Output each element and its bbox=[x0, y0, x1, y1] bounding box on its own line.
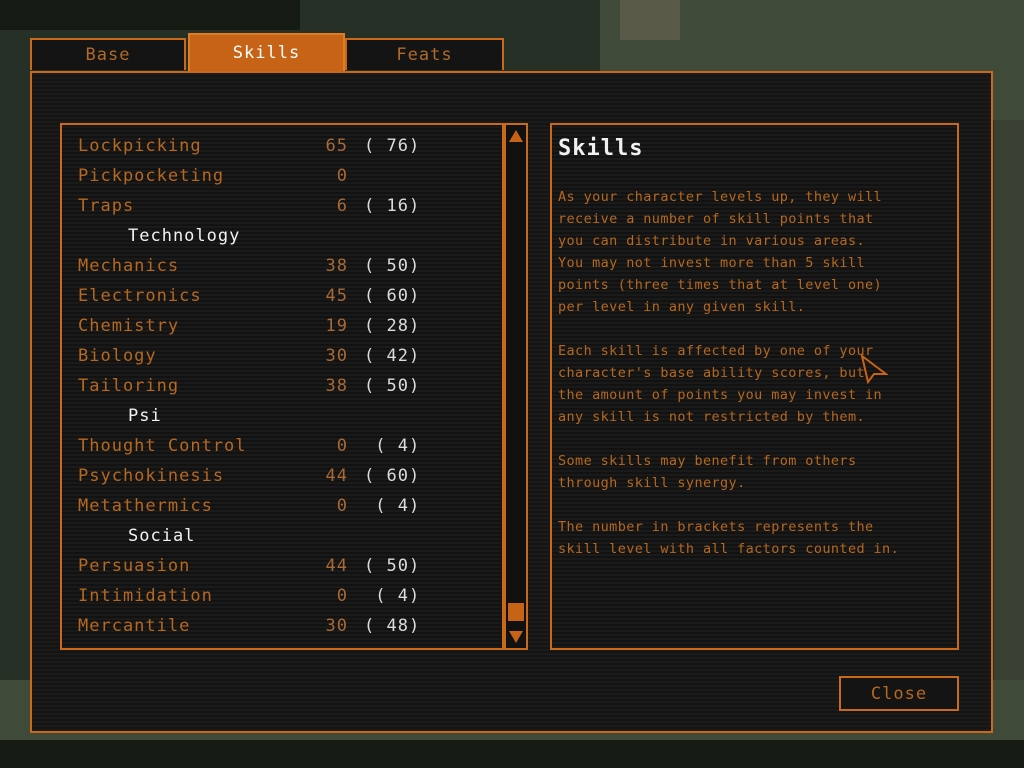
category-name: Social bbox=[128, 526, 196, 546]
scroll-up-button[interactable] bbox=[508, 127, 524, 145]
skill-row[interactable]: Mechanics 38 ( 50) bbox=[78, 251, 498, 281]
scroll-thumb[interactable] bbox=[508, 603, 524, 621]
mouse-cursor-icon bbox=[860, 354, 888, 384]
description-paragraph-3: Some skills may benefit from others thro… bbox=[558, 453, 857, 491]
skill-name: Intimidation bbox=[78, 586, 213, 606]
skill-name: Persuasion bbox=[78, 556, 191, 576]
category-name: Psi bbox=[128, 406, 162, 426]
skill-row[interactable]: Tailoring 38 ( 50) bbox=[78, 371, 498, 401]
skill-base-value: 65 bbox=[325, 136, 348, 156]
skill-base-value: 38 bbox=[325, 256, 348, 276]
skill-row[interactable]: Lockpicking 65 ( 76) bbox=[78, 131, 498, 161]
skill-total-value: ( 50) bbox=[364, 556, 421, 576]
arrow-up-icon bbox=[509, 130, 523, 142]
skill-row[interactable]: Chemistry 19 ( 28) bbox=[78, 311, 498, 341]
skill-name: Chemistry bbox=[78, 316, 180, 336]
tab-skills[interactable]: Skills bbox=[188, 33, 345, 71]
skill-total-value: ( 4) bbox=[364, 496, 421, 516]
skill-name: Thought Control bbox=[78, 436, 247, 456]
skill-base-value: 6 bbox=[336, 196, 348, 216]
skill-row[interactable]: Metathermics 0 ( 4) bbox=[78, 491, 498, 521]
skill-base-value: 30 bbox=[325, 616, 348, 636]
skill-name: Mercantile bbox=[78, 616, 191, 636]
skill-total-value: ( 28) bbox=[364, 316, 421, 336]
skill-base-value: 30 bbox=[325, 346, 348, 366]
skill-base-value: 44 bbox=[325, 466, 348, 486]
skill-total-value: ( 60) bbox=[364, 286, 421, 306]
skill-row[interactable]: Psychokinesis 44 ( 60) bbox=[78, 461, 498, 491]
skill-total-value: ( 42) bbox=[364, 346, 421, 366]
skill-row[interactable]: Traps 6 ( 16) bbox=[78, 191, 498, 221]
skill-row[interactable]: Persuasion 44 ( 50) bbox=[78, 551, 498, 581]
skill-total-value: ( 4) bbox=[364, 436, 421, 456]
skill-base-value: 19 bbox=[325, 316, 348, 336]
close-button[interactable]: Close bbox=[839, 676, 959, 711]
category-name: Technology bbox=[128, 226, 241, 246]
skill-name: Psychokinesis bbox=[78, 466, 225, 486]
skill-base-value: 0 bbox=[336, 496, 348, 516]
skills-scrollbar[interactable] bbox=[504, 123, 528, 650]
skill-category-header: Social bbox=[78, 521, 498, 551]
description-paragraph-4: The number in brackets represents the sk… bbox=[558, 519, 900, 557]
tab-base[interactable]: Base bbox=[30, 38, 186, 70]
skill-category-header: Psi bbox=[78, 401, 498, 431]
tab-feats[interactable]: Feats bbox=[345, 38, 504, 70]
skill-name: Lockpicking bbox=[78, 136, 202, 156]
skill-total-value: ( 48) bbox=[364, 616, 421, 636]
skill-name: Biology bbox=[78, 346, 157, 366]
skill-name: Traps bbox=[78, 196, 135, 216]
skill-name: Metathermics bbox=[78, 496, 213, 516]
skill-name: Tailoring bbox=[78, 376, 180, 396]
skill-base-value: 0 bbox=[336, 166, 348, 186]
skill-name: Pickpocketing bbox=[78, 166, 225, 186]
skill-total-value: ( 76) bbox=[364, 136, 421, 156]
skill-total-value: ( 16) bbox=[364, 196, 421, 216]
skill-row[interactable]: Pickpocketing 0 bbox=[78, 161, 498, 191]
skill-base-value: 0 bbox=[336, 586, 348, 606]
arrow-down-icon bbox=[509, 631, 523, 643]
description-paragraph-2: Each skill is affected by one of your ch… bbox=[558, 343, 883, 425]
skill-base-value: 45 bbox=[325, 286, 348, 306]
skill-row[interactable]: Mercantile 30 ( 48) bbox=[78, 611, 498, 641]
skill-base-value: 0 bbox=[336, 436, 348, 456]
skill-category-header: Technology bbox=[78, 221, 498, 251]
description-title: Skills bbox=[558, 136, 644, 161]
skill-total-value: ( 4) bbox=[364, 586, 421, 606]
skill-name: Mechanics bbox=[78, 256, 180, 276]
skill-row[interactable]: Biology 30 ( 42) bbox=[78, 341, 498, 371]
skill-total-value: ( 50) bbox=[364, 376, 421, 396]
scroll-down-button[interactable] bbox=[508, 628, 524, 646]
skill-row[interactable]: Intimidation 0 ( 4) bbox=[78, 581, 498, 611]
skill-total-value: ( 50) bbox=[364, 256, 421, 276]
description-paragraph-1: As your character levels up, they will r… bbox=[558, 189, 883, 315]
skill-row[interactable]: Electronics 45 ( 60) bbox=[78, 281, 498, 311]
skill-base-value: 44 bbox=[325, 556, 348, 576]
skill-base-value: 38 bbox=[325, 376, 348, 396]
skill-row[interactable]: Thought Control 0 ( 4) bbox=[78, 431, 498, 461]
skill-total-value: ( 60) bbox=[364, 466, 421, 486]
skill-name: Electronics bbox=[78, 286, 202, 306]
